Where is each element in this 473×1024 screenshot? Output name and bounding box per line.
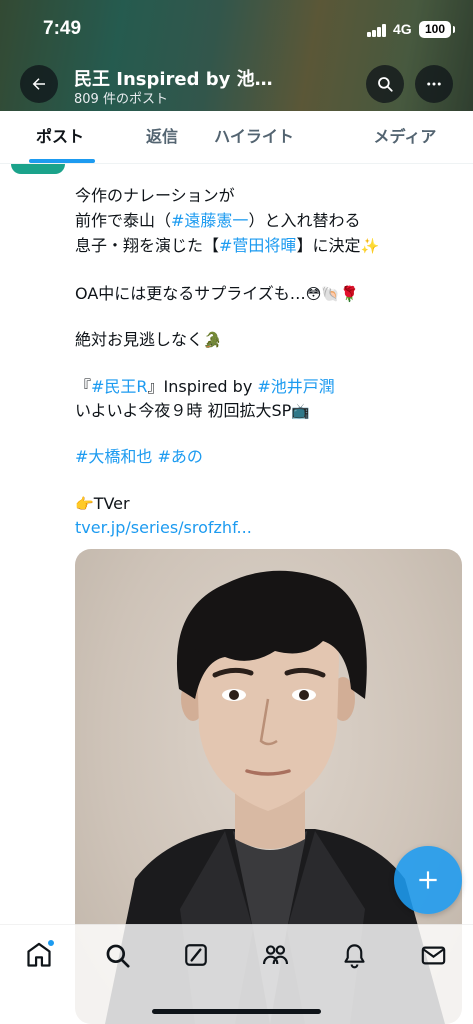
post-text: 前作で泰山（ (75, 211, 172, 230)
hashtags-line: #大橋和也 #あの (75, 445, 465, 469)
post-text-line: 今作のナレーションが (75, 186, 235, 205)
battery-icon: 100 (419, 21, 455, 38)
post-text: 】に決定 (296, 236, 361, 255)
explore-search-icon (106, 944, 130, 968)
post-text-line: 『#民王R』Inspired by #池井戸潤 (75, 375, 465, 399)
post-text: OA中には更なるサプライズも… (75, 284, 306, 303)
notification-dot (47, 939, 55, 947)
hashtag-link[interactable]: #池井戸潤 (257, 377, 334, 396)
post-text: 』Inspired by (147, 377, 258, 396)
profile-tabs: ポスト 返信 ハイライト メディア (0, 111, 473, 164)
post-text: 絶対お見逃しなく (75, 330, 204, 349)
communities-icon (262, 944, 288, 964)
nav-grok[interactable] (176, 935, 216, 975)
hashtag-link[interactable]: #大橋和也 (75, 447, 152, 466)
cellular-signal-icon (367, 24, 387, 37)
tab-posts[interactable]: ポスト (0, 111, 120, 164)
external-link[interactable]: tver.jp/series/srofzhf... (75, 518, 252, 537)
post-text: TVer (93, 494, 130, 513)
network-type: 4G (393, 21, 412, 37)
post-text-line: 息子・翔を演じた【#菅田将暉】に決定✨ (75, 234, 465, 258)
post-text-line: 絶対お見逃しなく🐊 (75, 328, 465, 352)
tab-replies[interactable]: 返信 (120, 111, 204, 164)
nav-home[interactable] (19, 935, 59, 975)
more-button[interactable] (415, 65, 453, 103)
television-emoji: 📺 (291, 402, 310, 420)
nav-communities[interactable] (255, 935, 295, 975)
tab-media[interactable]: メディア (330, 111, 473, 164)
profile-top-nav: 民王 Inspired by 池… 809 件のポスト (0, 58, 473, 111)
post-text-line: 前作で泰山（#遠藤憲一）と入れ替わる (75, 209, 465, 233)
search-icon (378, 77, 393, 92)
notifications-bell-icon (343, 943, 365, 968)
post-text-line: いよいよ今夜９時 初回拡大SP📺 (75, 399, 465, 423)
search-button[interactable] (366, 65, 404, 103)
post-text: いよいよ今夜９時 初回拡大SP (75, 401, 292, 420)
plus-icon (419, 871, 437, 889)
grok-icon (185, 944, 207, 966)
pointing-hand-emoji: 👉 (75, 495, 94, 513)
post-text: 『 (75, 377, 92, 396)
nav-explore[interactable] (97, 935, 137, 975)
emoji-group: 😳🐚🌹 (305, 285, 359, 303)
post-count: 809 件のポスト (74, 92, 168, 107)
more-dots-icon (427, 82, 441, 86)
nav-notifications[interactable] (334, 935, 374, 975)
messages-envelope-icon (421, 946, 445, 964)
hashtag-link[interactable]: #遠藤憲一 (171, 211, 248, 230)
home-indicator[interactable] (152, 1009, 321, 1014)
status-bar: 7:49 4G 100 (0, 0, 473, 58)
hashtag-link[interactable]: #菅田将暉 (219, 236, 296, 255)
crocodile-emoji: 🐊 (203, 331, 222, 349)
back-button[interactable] (20, 65, 58, 103)
hashtag-link[interactable]: #民王R (91, 377, 148, 396)
avatar[interactable] (11, 164, 65, 174)
sparkles-emoji: ✨ (360, 237, 380, 255)
post-text-line: OA中には更なるサプライズも…😳🐚🌹 (75, 282, 465, 306)
arrow-left-icon (32, 78, 45, 90)
active-tab-indicator (29, 159, 95, 163)
profile-header-banner: 7:49 4G 100 民王 Inspired by 池… 809 件のポスト (0, 0, 473, 111)
status-time: 7:49 (43, 18, 82, 39)
hashtag-link[interactable]: #あの (158, 447, 203, 466)
post-text-line: 👉TVer (75, 492, 465, 516)
post-text: ）と入れ替わる (248, 211, 361, 230)
compose-button[interactable] (394, 846, 462, 914)
post-text-line: tver.jp/series/srofzhf... (75, 516, 465, 540)
tab-highlights[interactable]: ハイライト (204, 111, 304, 164)
bottom-navigation (0, 924, 473, 1024)
nav-messages[interactable] (413, 935, 453, 975)
post-text: 息子・翔を演じた【 (75, 236, 220, 255)
